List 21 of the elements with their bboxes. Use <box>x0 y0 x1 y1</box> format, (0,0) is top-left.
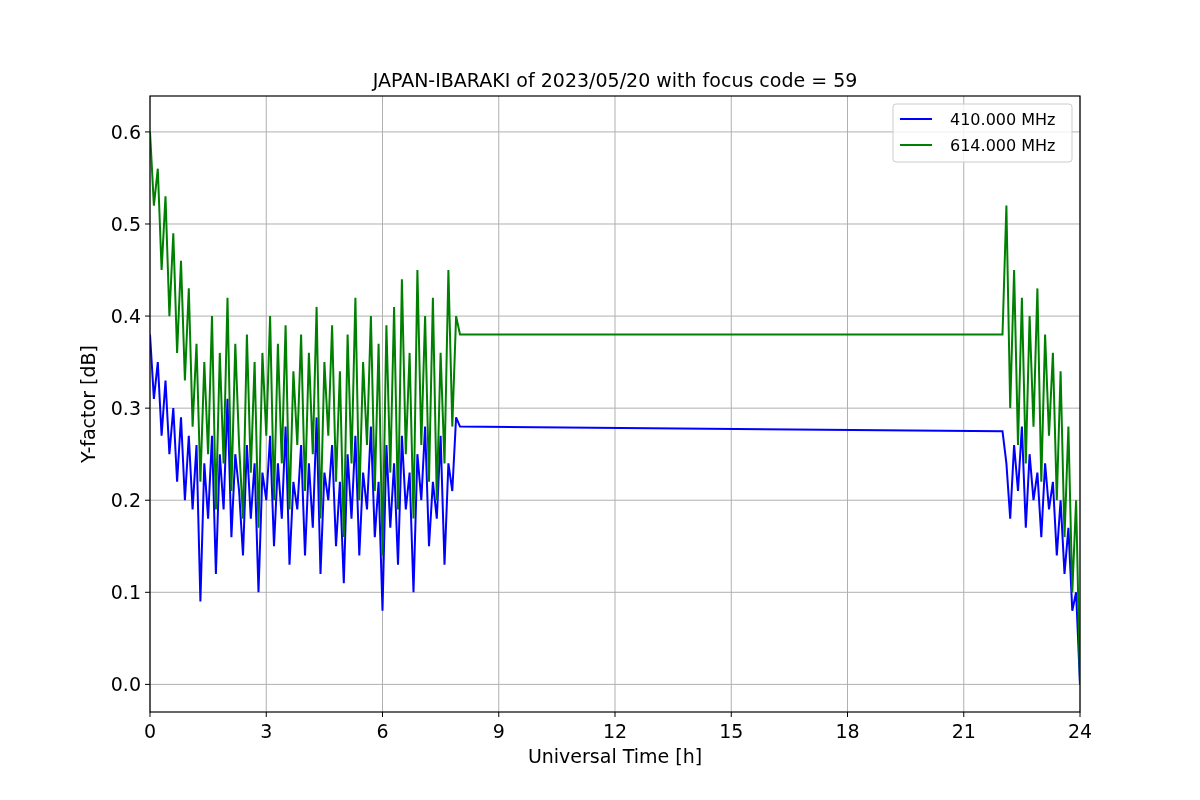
chart-title: JAPAN-IBARAKI of 2023/05/20 with focus code = 59 <box>372 69 858 91</box>
y-tick-label: 0.0 <box>110 673 141 696</box>
legend-label: 614.000 MHz <box>950 136 1056 155</box>
x-tick-label: 6 <box>376 720 389 742</box>
x-tick-label: 12 <box>602 720 628 742</box>
x-tick-label: 15 <box>719 720 744 742</box>
y-tick-label: 0.5 <box>110 213 141 235</box>
y-axis-label: Y-factor [dB] <box>77 345 99 463</box>
x-tick-label: 3 <box>260 720 273 742</box>
y-tick-label: 0.1 <box>110 581 141 604</box>
x-axis-label: Universal Time [h] <box>527 745 703 767</box>
x-tick-label: 21 <box>951 720 976 742</box>
x-tick-label: 24 <box>1067 720 1093 742</box>
x-tick-label: 0 <box>143 720 157 742</box>
legend-label: 410.000 MHz <box>950 110 1056 129</box>
y-tick-label: 0.6 <box>110 120 141 143</box>
y-tick-label: 0.2 <box>110 489 141 512</box>
x-tick-label: 18 <box>835 720 860 742</box>
y-tick-label: 0.4 <box>110 305 141 328</box>
y-tick-label: 0.3 <box>110 397 141 420</box>
x-tick-label: 9 <box>492 720 505 742</box>
